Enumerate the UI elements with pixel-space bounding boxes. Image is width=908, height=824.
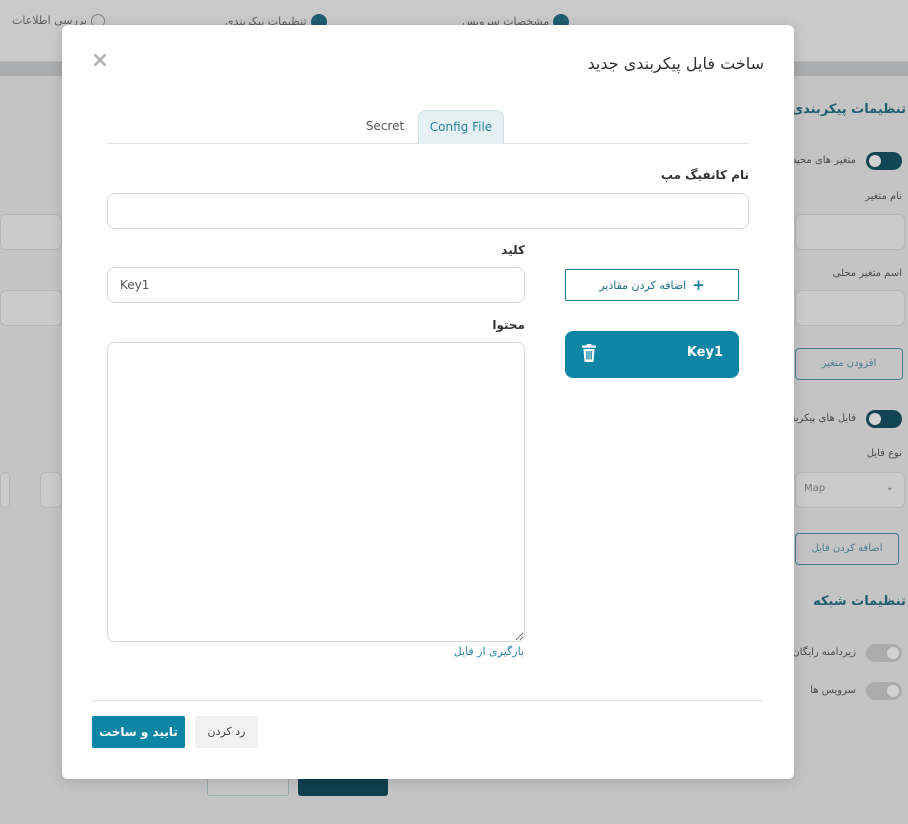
tab-secret[interactable]: Secret [359,110,411,144]
add-values-label: اضافه کردن مقادیر [599,278,687,292]
cancel-button[interactable]: رد کردن [195,716,258,748]
content-label: محتوا [492,318,525,332]
key-list-item[interactable]: Key1 [565,331,739,378]
key-label: کلید [501,243,525,257]
configmap-name-label: نام کانفیگ مپ [660,168,749,182]
content-textarea[interactable] [107,342,525,642]
close-icon[interactable]: × [90,50,110,72]
plus-icon: + [692,275,705,294]
key-item-label: Key1 [686,345,723,360]
modal-title: ساخت فایل پیکربندی جدید [587,54,764,73]
configmap-name-input[interactable] [107,193,749,229]
add-values-button[interactable]: + اضافه کردن مقادیر [565,269,739,301]
create-config-modal: ساخت فایل پیکربندی جدید × Config File Se… [62,25,794,779]
tab-config-file[interactable]: Config File [418,110,504,144]
upload-from-file-link[interactable]: بارگیری از فایل [454,645,524,658]
footer-divider [92,700,763,701]
confirm-create-button[interactable]: تایید و ساخت [92,716,185,748]
trash-icon[interactable] [581,344,597,362]
key-input[interactable] [107,267,525,303]
modal-tabs: Config File Secret [107,110,749,144]
